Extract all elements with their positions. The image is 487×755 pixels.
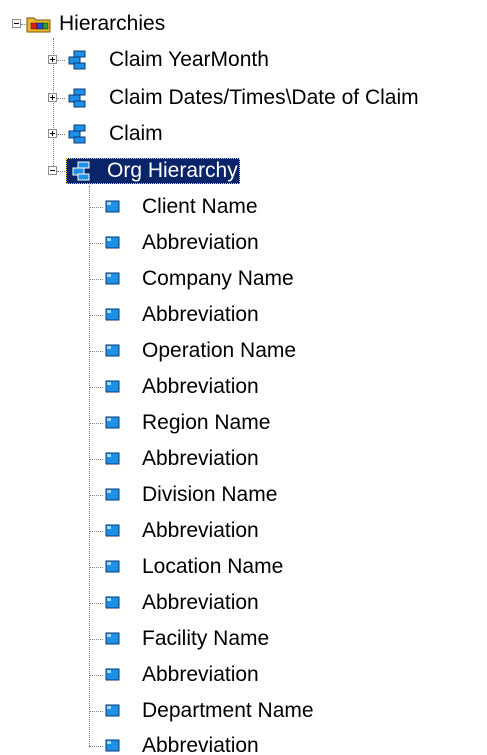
level-icon	[105, 524, 120, 537]
tree-node-hierarchy[interactable]: Claim YearMonth	[0, 42, 487, 78]
expand-icon[interactable]	[48, 93, 57, 102]
tree-connector	[57, 171, 65, 172]
expand-icon[interactable]	[48, 129, 57, 138]
tree-node-level[interactable]: Abbreviation	[0, 297, 487, 333]
tree-node-hierarchy[interactable]: Claim Dates/Times\Date of Claim	[0, 80, 487, 116]
tree-node-label: Division Name	[142, 483, 278, 506]
tree-node-label: Abbreviation	[142, 231, 259, 254]
level-icon	[105, 272, 120, 285]
tree-node-level[interactable]: Operation Name	[0, 333, 487, 369]
level-icon	[105, 739, 120, 752]
tree-node-level[interactable]: Abbreviation	[0, 513, 487, 549]
tree-node-level[interactable]: Department Name	[0, 693, 487, 729]
tree-node-label: Region Name	[142, 411, 271, 434]
tree-node-label: Location Name	[142, 555, 284, 578]
tree-connector	[89, 315, 103, 316]
level-icon	[105, 452, 120, 465]
tree-connector	[89, 639, 103, 640]
tree-node-label: Department Name	[142, 699, 314, 722]
tree-node-label: Facility Name	[142, 627, 270, 650]
tree-node-hierarchies[interactable]: Hierarchies	[0, 6, 487, 42]
tree-connector	[89, 675, 103, 676]
tree-connector	[57, 98, 65, 99]
level-icon	[105, 488, 120, 501]
hierarchy-icon	[72, 161, 90, 181]
hierarchy-icon	[68, 88, 86, 108]
tree-connector	[89, 351, 103, 352]
tree-node-label: Abbreviation	[142, 591, 259, 614]
hierarchy-icon	[68, 50, 86, 70]
tree-node-label: Abbreviation	[142, 447, 259, 470]
tree-connector	[89, 423, 103, 424]
level-icon	[105, 344, 120, 357]
tree-node-level[interactable]: Facility Name	[0, 621, 487, 657]
tree-node-label: Abbreviation	[142, 303, 259, 326]
tree-node-label: Operation Name	[142, 339, 297, 362]
level-icon	[105, 668, 120, 681]
tree-node-level[interactable]: Abbreviation	[0, 728, 487, 755]
tree-node-label: Claim Dates/Times\Date of Claim	[109, 86, 419, 109]
tree-node-level[interactable]: Abbreviation	[0, 225, 487, 261]
tree-connector	[89, 459, 103, 460]
tree-node-label: Claim	[109, 122, 163, 145]
tree-node-level[interactable]: Division Name	[0, 477, 487, 513]
tree-node-level[interactable]: Company Name	[0, 261, 487, 297]
hierarchy-tree: Hierarchies Claim YearMonth Claim Dates/…	[0, 0, 487, 755]
tree-node-level[interactable]: Client Name	[0, 189, 487, 225]
tree-connector	[57, 60, 65, 61]
tree-node-level[interactable]: Abbreviation	[0, 585, 487, 621]
folder-cube-icon	[26, 17, 51, 33]
tree-node-level[interactable]: Region Name	[0, 405, 487, 441]
hierarchy-icon	[68, 124, 86, 144]
tree-node-label: Client Name	[142, 195, 258, 218]
tree-connector	[89, 603, 103, 604]
tree-node-label: Abbreviation	[142, 663, 259, 686]
tree-connector	[57, 134, 65, 135]
tree-node-label: Hierarchies	[59, 12, 166, 35]
tree-node-level[interactable]: Abbreviation	[0, 441, 487, 477]
tree-connector	[89, 531, 103, 532]
level-icon	[105, 596, 120, 609]
tree-node-label: Company Name	[142, 267, 294, 290]
level-icon	[105, 416, 120, 429]
tree-node-hierarchy[interactable]: Claim	[0, 116, 487, 152]
tree-node-label: Abbreviation	[142, 375, 259, 398]
tree-connector	[89, 207, 103, 208]
tree-connector	[89, 243, 103, 244]
tree-node-label: Abbreviation	[142, 519, 259, 542]
collapse-icon[interactable]	[12, 19, 21, 28]
tree-node-label: Claim YearMonth	[109, 48, 269, 71]
tree-node-hierarchy-selected[interactable]: Org Hierarchy	[0, 153, 487, 189]
level-icon	[105, 236, 120, 249]
collapse-icon[interactable]	[48, 166, 57, 175]
level-icon	[105, 308, 120, 321]
level-icon	[105, 704, 120, 717]
expand-icon[interactable]	[48, 55, 57, 64]
tree-connector	[89, 279, 103, 280]
level-icon	[105, 560, 120, 573]
tree-connector	[89, 711, 103, 712]
level-icon	[105, 632, 120, 645]
tree-connector	[89, 746, 103, 747]
tree-connector	[89, 495, 103, 496]
level-icon	[105, 380, 120, 393]
tree-connector	[89, 567, 103, 568]
tree-node-level[interactable]: Location Name	[0, 549, 487, 585]
level-icon	[105, 200, 120, 213]
tree-connector	[89, 387, 103, 388]
tree-node-label: Abbreviation	[142, 734, 259, 755]
tree-node-level[interactable]: Abbreviation	[0, 369, 487, 405]
tree-node-level[interactable]: Abbreviation	[0, 657, 487, 693]
